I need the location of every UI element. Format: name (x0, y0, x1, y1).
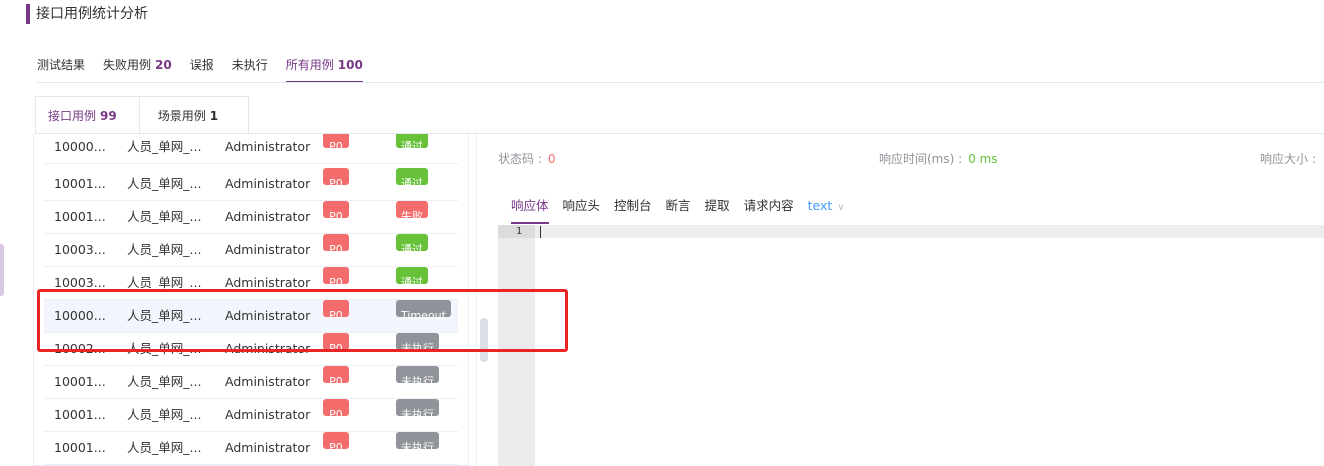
tabs-divider (37, 82, 1324, 83)
case-user: Administrator (225, 209, 311, 224)
priority-tag: P0 (323, 201, 349, 223)
case-id: 10001... (54, 209, 106, 224)
response-time-value: 0 ms (968, 152, 998, 166)
page-title: 接口用例统计分析 (26, 4, 148, 24)
chevron-down-icon: ∨ (837, 202, 845, 213)
case-id: 10003... (54, 242, 106, 257)
case-id: 10001... (54, 374, 106, 389)
tab-api-cases[interactable]: 接口用例 99 (35, 96, 140, 134)
tab-scenario-cases[interactable]: 场景用例 1 (139, 96, 250, 134)
case-user: Administrator (225, 242, 311, 257)
status-badge: 未执行 (396, 399, 439, 421)
tab-response-body[interactable]: 响应体 (511, 198, 549, 224)
table-row[interactable]: 10001... 人员_单网_... Administrator P0 未执行 (44, 366, 458, 399)
status-badge: 通过 (396, 168, 428, 190)
case-user: Administrator (225, 374, 311, 389)
priority-tag: P0 (323, 234, 349, 256)
line-number: 1 (498, 225, 535, 238)
status-badge: 未执行 (396, 366, 439, 388)
table-row[interactable]: 10003... 人员_单网_... Administrator P0 通过 (44, 234, 458, 267)
case-name: 人员_单网_... (127, 374, 202, 389)
tab-request-content[interactable]: 请求内容 (744, 198, 794, 224)
response-body-editor[interactable]: 1 (498, 225, 1324, 466)
table-row[interactable]: 10001... 人员_单网_... Administrator P0 未执行 (44, 432, 458, 465)
active-line (535, 225, 1324, 238)
case-name: 人员_单网_... (127, 407, 202, 422)
status-badge: 通过 (396, 267, 428, 289)
text-cursor (540, 226, 541, 238)
annotation-highlight-box (37, 289, 568, 352)
status-badge: 失败 (396, 201, 428, 223)
tab-count: 1 (209, 109, 219, 123)
response-tabs: 响应体 响应头 控制台 断言 提取 请求内容 text ∨ (511, 198, 859, 224)
response-size: 响应大小 : (1260, 152, 1316, 166)
tab-count: 100 (337, 58, 363, 72)
tab-false-alarm[interactable]: 误报 (190, 52, 214, 83)
priority-tag: P0 (323, 267, 349, 289)
result-tabs: 测试结果 失败用例 20 误报 未执行 所有用例 100 (37, 52, 381, 83)
case-name: 人员_单网_... (127, 139, 202, 154)
case-name: 人员_单网_... (127, 209, 202, 224)
case-type-tabs: 接口用例 99 场景用例 1 (35, 96, 250, 134)
tab-console[interactable]: 控制台 (614, 198, 652, 224)
tab-extract[interactable]: 提取 (705, 198, 730, 224)
tab-failed-cases[interactable]: 失败用例 20 (103, 52, 172, 83)
table-row[interactable]: 10001... 人员_单网_... Administrator P0 失败 (44, 201, 458, 234)
case-id: 10001... (54, 407, 106, 422)
case-name: 人员_单网_... (127, 242, 202, 257)
case-id: 10000... (54, 139, 106, 154)
response-time: 响应时间(ms) :0 ms (879, 152, 998, 166)
status-badge: 通过 (396, 134, 428, 153)
table-row[interactable]: 10001... 人员_单网_... Administrator P0 通过 (44, 168, 458, 201)
case-user: Administrator (225, 407, 311, 422)
case-id: 10001... (54, 176, 106, 191)
priority-tag: P0 (323, 399, 349, 421)
tab-count: 99 (100, 109, 117, 123)
case-user: Administrator (225, 440, 311, 455)
tab-response-headers[interactable]: 响应头 (563, 198, 601, 224)
status-badge: 通过 (396, 234, 428, 256)
table-row[interactable]: 10000... 人员_单网_... Administrator P0 通过 (44, 134, 458, 164)
tab-not-executed[interactable]: 未执行 (232, 52, 268, 83)
table-row[interactable]: 10001... 人员_单网_... Administrator P0 未执行 (44, 399, 458, 432)
format-select[interactable]: text ∨ (808, 198, 845, 224)
tab-all-cases[interactable]: 所有用例 100 (285, 52, 363, 83)
response-detail: 状态码 :0 响应时间(ms) :0 ms 响应大小 : 响应体 响应头 控制台… (476, 134, 1324, 466)
case-id: 10001... (54, 440, 106, 455)
priority-tag: P0 (323, 168, 349, 190)
case-name: 人员_单网_... (127, 440, 202, 455)
tab-assertions[interactable]: 断言 (666, 198, 691, 224)
side-collapse-handle[interactable] (0, 244, 4, 296)
case-user: Administrator (225, 139, 311, 154)
tab-count: 20 (155, 58, 172, 72)
status-code: 状态码 :0 (498, 152, 556, 166)
status-code-value: 0 (547, 152, 556, 166)
priority-tag: P0 (323, 432, 349, 454)
status-badge: 未执行 (396, 432, 439, 454)
priority-tag: P0 (323, 366, 349, 388)
tab-test-result[interactable]: 测试结果 (37, 52, 85, 83)
case-user: Administrator (225, 176, 311, 191)
case-name: 人员_单网_... (127, 176, 202, 191)
priority-tag: P0 (323, 134, 349, 153)
